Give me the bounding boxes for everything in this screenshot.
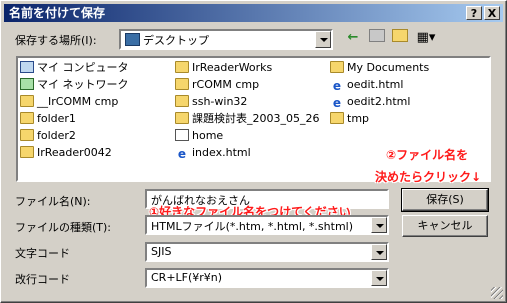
- folder-icon: [330, 61, 344, 73]
- help-button[interactable]: ?: [466, 6, 482, 20]
- save-as-dialog: 名前を付けて保存 ? X 保存する場所(I): デスクトップ ← ▦▾ マイ コ…: [0, 0, 507, 303]
- newline-combobox[interactable]: CR+LF(¥r¥n): [145, 268, 389, 288]
- filetype-dropdown-button[interactable]: [371, 217, 387, 233]
- internet-explorer-icon: e: [177, 147, 187, 161]
- desktop-icon: [125, 33, 140, 46]
- charcode-label: 文字コード: [15, 247, 70, 260]
- annotation-step2-line2: 決めたらクリック↓: [375, 170, 482, 184]
- html-file-icon: [175, 129, 189, 141]
- list-item[interactable]: マイ コンピュータ: [20, 60, 129, 76]
- folder-icon: [175, 95, 189, 107]
- folder-icon: [175, 61, 189, 73]
- location-combobox[interactable]: デスクトップ: [119, 29, 333, 50]
- folder-icon: [20, 129, 34, 141]
- list-item[interactable]: My Documents: [330, 60, 429, 76]
- cancel-button[interactable]: キャンセル: [402, 215, 488, 237]
- folder-icon: [20, 146, 34, 158]
- resize-grip[interactable]: [491, 287, 503, 299]
- newline-dropdown-button[interactable]: [371, 270, 387, 286]
- charcode-combobox[interactable]: SJIS: [145, 242, 389, 262]
- internet-explorer-icon: e: [332, 96, 342, 110]
- location-dropdown-button[interactable]: [315, 31, 331, 48]
- charcode-dropdown-button[interactable]: [371, 244, 387, 260]
- close-button[interactable]: X: [484, 6, 500, 20]
- my-network-icon: [20, 78, 34, 90]
- folder-icon: [175, 78, 189, 90]
- list-item[interactable]: __IrCOMM cmp: [20, 94, 118, 110]
- folder-icon: [20, 112, 34, 124]
- save-button[interactable]: 保存(S): [401, 188, 489, 212]
- up-folder-icon[interactable]: [367, 29, 387, 47]
- title-bar: 名前を付けて保存 ? X: [4, 4, 503, 22]
- location-value: デスクトップ: [143, 34, 209, 47]
- folder-icon: [330, 112, 344, 124]
- location-label: 保存する場所(I):: [15, 34, 97, 47]
- filename-label: ファイル名(N):: [15, 195, 91, 208]
- list-item[interactable]: e oedit.html: [330, 77, 403, 93]
- newline-label: 改行コード: [15, 273, 70, 286]
- list-item[interactable]: home: [175, 128, 223, 144]
- filetype-combobox[interactable]: HTMLファイル(*.htm, *.html, *.shtml): [145, 215, 389, 235]
- list-item[interactable]: e oedit2.html: [330, 94, 410, 110]
- list-item[interactable]: e index.html: [175, 145, 251, 161]
- list-item[interactable]: IrReaderWorks: [175, 60, 272, 76]
- filetype-label: ファイルの種類(T):: [15, 221, 112, 234]
- list-item[interactable]: folder1: [20, 111, 76, 127]
- list-item[interactable]: 課題検討表_2003_05_26: [175, 111, 320, 127]
- my-computer-icon: [20, 61, 34, 73]
- list-item[interactable]: ssh-win32: [175, 94, 247, 110]
- list-item[interactable]: マイ ネットワーク: [20, 77, 129, 93]
- new-folder-icon[interactable]: [390, 29, 410, 47]
- list-item[interactable]: folder2: [20, 128, 76, 144]
- folder-icon: [20, 95, 34, 107]
- list-item[interactable]: tmp: [330, 111, 369, 127]
- internet-explorer-icon: e: [332, 79, 342, 93]
- list-item[interactable]: rCOMM cmp: [175, 77, 259, 93]
- folder-icon: [175, 112, 189, 124]
- file-list[interactable]: マイ コンピュータ マイ ネットワーク __IrCOMM cmp folder1…: [16, 56, 491, 182]
- list-item[interactable]: IrReader0042: [20, 145, 112, 161]
- annotation-step2-line1: ②ファイル名を: [386, 148, 469, 162]
- view-menu-icon[interactable]: ▦▾: [413, 29, 439, 47]
- dialog-title: 名前を付けて保存: [9, 6, 106, 20]
- back-icon[interactable]: ←: [343, 29, 363, 47]
